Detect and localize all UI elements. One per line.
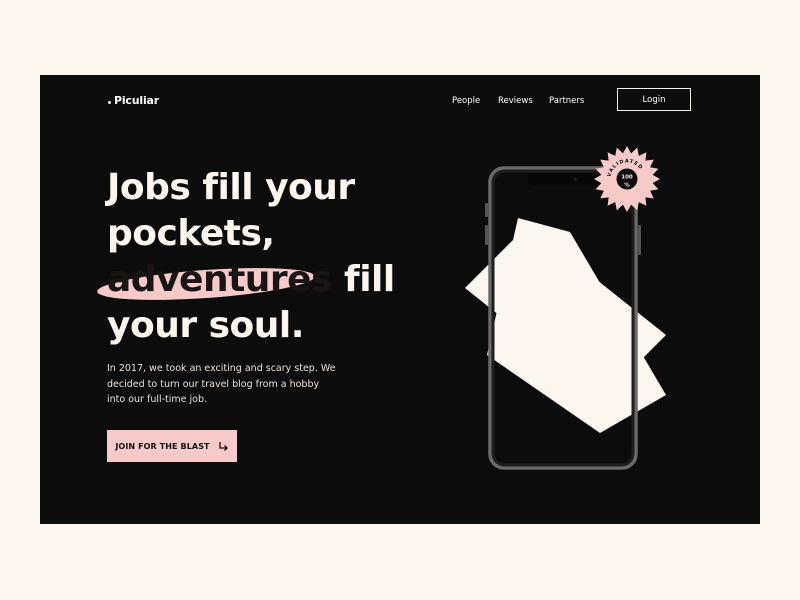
paper-sheets	[465, 218, 666, 433]
login-button[interactable]: Login	[617, 88, 691, 111]
paper-sheet-front	[487, 218, 666, 433]
headline-line-3: adventures fill	[96, 257, 395, 306]
nav-link-reviews[interactable]: Reviews	[498, 96, 533, 106]
headline-line-1: Jobs fill your	[107, 167, 355, 208]
validated-badge: VALIDATED 100 %	[594, 146, 660, 212]
highlight-word: adventures	[96, 257, 333, 306]
badge-unit: %	[624, 183, 630, 189]
paper-sheet-back	[465, 225, 666, 398]
brand-logo[interactable]: Piculiar	[108, 94, 159, 107]
nav-link-partners[interactable]: Partners	[549, 96, 584, 106]
headline-line-2: pockets,	[107, 213, 275, 254]
badge-ring-text: VALIDATED	[607, 158, 644, 177]
return-arrow-icon	[218, 441, 229, 451]
badge-value: 100	[621, 175, 633, 181]
headline-line-4: your soul.	[107, 305, 304, 346]
brand-name: Piculiar	[114, 94, 159, 107]
nav-link-people[interactable]: People	[452, 96, 480, 106]
hero-description: In 2017, we took an exciting and scary s…	[107, 363, 336, 405]
hero-frame: Piculiar People Reviews Partners Login J…	[40, 75, 760, 524]
phone-frame	[485, 166, 641, 470]
logo-dot-icon	[108, 101, 111, 104]
join-cta-button[interactable]: JOIN FOR THE BLAST	[107, 430, 237, 462]
hero-headline: Jobs fill your pockets, adventures fill …	[96, 165, 395, 349]
cta-label: JOIN FOR THE BLAST	[115, 441, 210, 451]
